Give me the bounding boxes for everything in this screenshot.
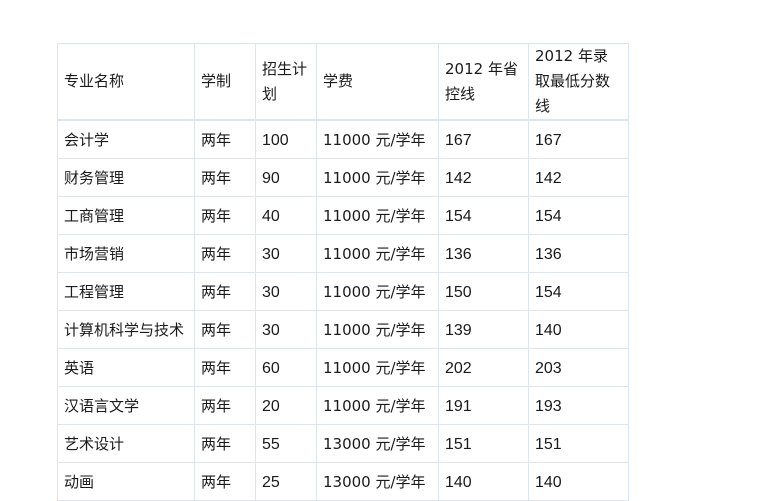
cell-control-line: 136 <box>438 234 529 273</box>
header-enrollment-plan: 招生计划 <box>255 43 317 121</box>
cell-min-score: 140 <box>528 462 629 501</box>
table-row: 艺术设计 两年 55 13000 元/学年 151 151 <box>57 424 629 463</box>
table-row: 汉语言文学 两年 20 11000 元/学年 191 193 <box>57 386 629 425</box>
cell-tuition: 11000 元/学年 <box>316 234 439 273</box>
cell-tuition: 11000 元/学年 <box>316 272 439 311</box>
cell-min-score: 203 <box>528 348 629 387</box>
cell-enrollment-plan: 30 <box>255 272 317 311</box>
cell-enrollment-plan: 30 <box>255 310 317 349</box>
cell-duration: 两年 <box>194 196 256 235</box>
cell-control-line: 150 <box>438 272 529 311</box>
cell-tuition: 11000 元/学年 <box>316 158 439 197</box>
cell-enrollment-plan: 55 <box>255 424 317 463</box>
cell-control-line: 167 <box>438 119 529 159</box>
cell-min-score: 136 <box>528 234 629 273</box>
cell-min-score: 154 <box>528 196 629 235</box>
cell-duration: 两年 <box>194 272 256 311</box>
cell-enrollment-plan: 100 <box>255 119 317 159</box>
cell-tuition: 11000 元/学年 <box>316 196 439 235</box>
cell-control-line: 142 <box>438 158 529 197</box>
cell-major-name: 工程管理 <box>57 272 195 311</box>
cell-major-name: 工商管理 <box>57 196 195 235</box>
table-row: 市场营销 两年 30 11000 元/学年 136 136 <box>57 234 629 273</box>
header-major-name: 专业名称 <box>57 43 195 121</box>
cell-tuition: 11000 元/学年 <box>316 348 439 387</box>
cell-min-score: 142 <box>528 158 629 197</box>
cell-min-score: 167 <box>528 119 629 159</box>
cell-tuition: 11000 元/学年 <box>316 386 439 425</box>
table-row: 计算机科学与技术 两年 30 11000 元/学年 139 140 <box>57 310 629 349</box>
enrollment-table-container: 专业名称 学制 招生计划 学费 2012 年省控线 2012 年录取最低分数线 … <box>57 43 629 501</box>
enrollment-table: 专业名称 学制 招生计划 学费 2012 年省控线 2012 年录取最低分数线 … <box>57 43 629 501</box>
cell-min-score: 154 <box>528 272 629 311</box>
cell-duration: 两年 <box>194 310 256 349</box>
cell-tuition: 13000 元/学年 <box>316 424 439 463</box>
table-row: 财务管理 两年 90 11000 元/学年 142 142 <box>57 158 629 197</box>
cell-duration: 两年 <box>194 462 256 501</box>
cell-major-name: 财务管理 <box>57 158 195 197</box>
cell-control-line: 154 <box>438 196 529 235</box>
header-tuition: 学费 <box>316 43 439 121</box>
header-min-admission-score: 2012 年录取最低分数线 <box>528 43 629 121</box>
cell-control-line: 139 <box>438 310 529 349</box>
cell-tuition: 13000 元/学年 <box>316 462 439 501</box>
header-provincial-control-line: 2012 年省控线 <box>438 43 529 121</box>
cell-major-name: 动画 <box>57 462 195 501</box>
cell-min-score: 151 <box>528 424 629 463</box>
table-row: 动画 两年 25 13000 元/学年 140 140 <box>57 462 629 501</box>
cell-enrollment-plan: 90 <box>255 158 317 197</box>
cell-control-line: 191 <box>438 386 529 425</box>
cell-duration: 两年 <box>194 424 256 463</box>
cell-major-name: 会计学 <box>57 119 195 159</box>
cell-duration: 两年 <box>194 234 256 273</box>
header-duration: 学制 <box>194 43 256 121</box>
table-row: 工程管理 两年 30 11000 元/学年 150 154 <box>57 272 629 311</box>
cell-enrollment-plan: 25 <box>255 462 317 501</box>
cell-tuition: 11000 元/学年 <box>316 119 439 159</box>
cell-control-line: 140 <box>438 462 529 501</box>
cell-major-name: 汉语言文学 <box>57 386 195 425</box>
cell-duration: 两年 <box>194 158 256 197</box>
cell-enrollment-plan: 20 <box>255 386 317 425</box>
cell-major-name: 市场营销 <box>57 234 195 273</box>
cell-enrollment-plan: 40 <box>255 196 317 235</box>
cell-major-name: 计算机科学与技术 <box>57 310 195 349</box>
cell-control-line: 151 <box>438 424 529 463</box>
table-header: 专业名称 学制 招生计划 学费 2012 年省控线 2012 年录取最低分数线 <box>57 43 629 121</box>
table-row: 工商管理 两年 40 11000 元/学年 154 154 <box>57 196 629 235</box>
cell-min-score: 193 <box>528 386 629 425</box>
cell-duration: 两年 <box>194 119 256 159</box>
cell-enrollment-plan: 30 <box>255 234 317 273</box>
table-body: 会计学 两年 100 11000 元/学年 167 167 财务管理 两年 90… <box>57 119 629 501</box>
cell-control-line: 202 <box>438 348 529 387</box>
cell-enrollment-plan: 60 <box>255 348 317 387</box>
cell-major-name: 英语 <box>57 348 195 387</box>
cell-major-name: 艺术设计 <box>57 424 195 463</box>
cell-duration: 两年 <box>194 348 256 387</box>
cell-min-score: 140 <box>528 310 629 349</box>
header-row: 专业名称 学制 招生计划 学费 2012 年省控线 2012 年录取最低分数线 <box>57 43 629 121</box>
table-row: 会计学 两年 100 11000 元/学年 167 167 <box>57 119 629 159</box>
table-row: 英语 两年 60 11000 元/学年 202 203 <box>57 348 629 387</box>
cell-duration: 两年 <box>194 386 256 425</box>
cell-tuition: 11000 元/学年 <box>316 310 439 349</box>
